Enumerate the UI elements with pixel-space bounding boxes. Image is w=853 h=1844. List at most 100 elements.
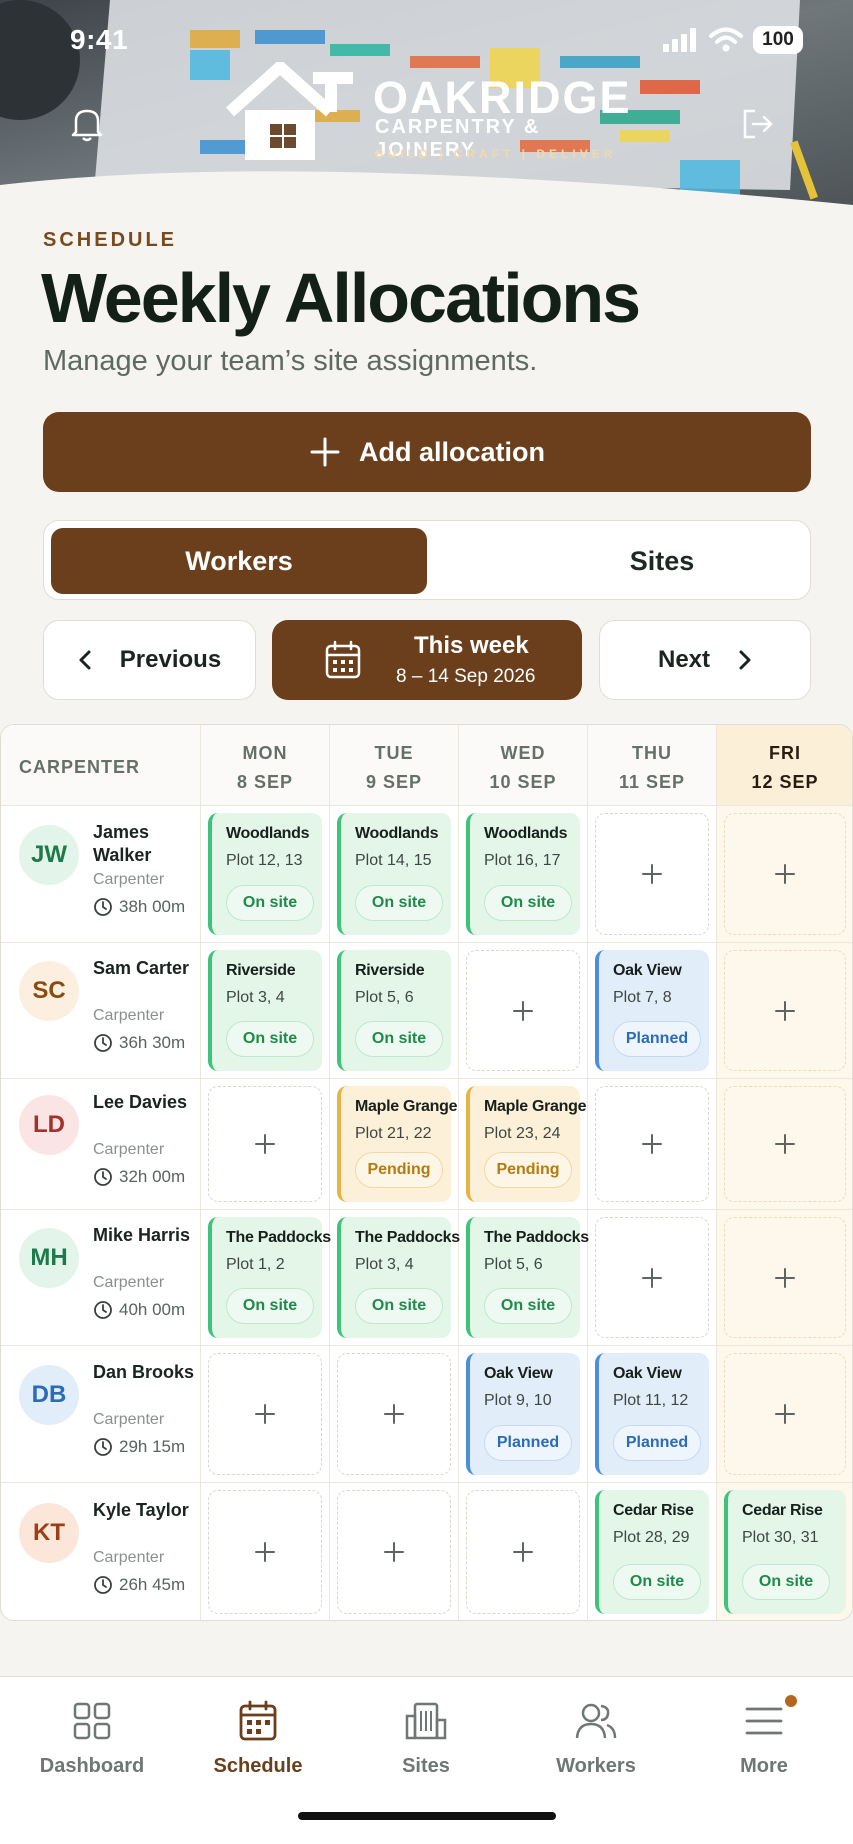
plus-icon (513, 1542, 533, 1562)
day-name: WED (500, 743, 546, 763)
current-week-button[interactable]: This week 8 – 14 Sep 2026 (272, 620, 582, 700)
worker-name: Lee Davies (93, 1091, 188, 1112)
status-badge: On site (355, 885, 443, 921)
notification-dot (783, 1693, 799, 1709)
plus-icon (775, 1404, 795, 1424)
week-range: 8 – 14 Sep 2026 (396, 666, 536, 687)
next-label: Next (657, 646, 711, 673)
allocation-card[interactable]: Cedar Rise Plot 28, 29 On site (595, 1490, 709, 1614)
add-slot-button[interactable] (337, 1490, 451, 1614)
header-banner: 9:41 100 OAKRIDGE CARPENTRY & JOINERY BU… (0, 0, 853, 205)
toggle-workers[interactable]: Workers (51, 528, 427, 594)
worker-name: Kyle Taylor (93, 1499, 189, 1520)
add-slot-button[interactable] (595, 813, 709, 935)
add-slot-button[interactable] (595, 1086, 709, 1202)
plus-icon (642, 1134, 662, 1154)
add-slot-button[interactable] (466, 950, 580, 1071)
plus-icon (255, 1404, 275, 1424)
hours-value: 36h 30m (119, 1033, 186, 1052)
day-header: TUE 9 SEP (330, 725, 459, 806)
tab-dashboard[interactable]: Dashboard (7, 1697, 177, 1778)
add-slot-button[interactable] (595, 1217, 709, 1338)
add-allocation-button[interactable]: Add allocation (43, 412, 811, 492)
plus-icon (775, 1000, 795, 1021)
add-slot-button[interactable] (337, 1353, 451, 1475)
worker-hours: 32h 00m (93, 1167, 185, 1187)
worker-info[interactable]: DB Dan Brooks Carpenter 29h 15m (1, 1346, 201, 1482)
tab-sites[interactable]: Sites (341, 1697, 511, 1778)
allocation-card[interactable]: Oak View Plot 11, 12 Planned (595, 1353, 709, 1475)
bell-icon[interactable] (70, 106, 104, 142)
allocation-card[interactable]: Maple Grange Plot 21, 22 Pending (337, 1086, 458, 1202)
status-badge: Planned (613, 1425, 701, 1461)
day-cell: Cedar Rise Plot 30, 31 On site (717, 1483, 852, 1620)
carpenter-column-header: CARPENTER (1, 725, 201, 806)
menu-icon (679, 1697, 849, 1745)
allocation-card[interactable]: Riverside Plot 3, 4 On site (208, 950, 322, 1071)
worker-info[interactable]: SC Sam Carter Carpenter 36h 30m (1, 943, 201, 1078)
day-name: THU (632, 743, 672, 763)
plot-numbers: Plot 12, 13 (226, 852, 303, 869)
tab-label: Sites (402, 1755, 450, 1777)
add-slot-button[interactable] (208, 1353, 322, 1475)
status-badge: On site (355, 1021, 443, 1057)
add-slot-button[interactable] (724, 813, 846, 935)
day-header: MON 8 SEP (201, 725, 330, 806)
next-week-button[interactable]: Next (599, 620, 811, 700)
house-logo-icon (225, 61, 353, 160)
day-date: 9 SEP (365, 772, 423, 792)
day-cell (717, 1079, 852, 1209)
plus-icon (775, 864, 795, 884)
site-name: The Paddocks (355, 1229, 460, 1246)
day-header: THU 11 SEP (588, 725, 717, 806)
add-slot-button[interactable] (724, 950, 846, 1071)
chevron-right-icon (739, 650, 751, 670)
site-name: Woodlands (226, 825, 310, 842)
status-badge: Planned (484, 1425, 572, 1461)
toggle-sites[interactable]: Sites (474, 528, 850, 594)
plus-icon (775, 1267, 795, 1288)
tab-more[interactable]: More (679, 1693, 849, 1778)
plus-icon (775, 1134, 795, 1154)
plot-numbers: Plot 3, 4 (226, 989, 285, 1006)
worker-role: Carpenter (93, 1007, 165, 1024)
add-slot-button[interactable] (208, 1490, 322, 1614)
dashboard-icon (7, 1697, 177, 1745)
plus-icon (642, 1267, 662, 1288)
day-cell (717, 806, 852, 942)
add-slot-button[interactable] (724, 1353, 846, 1475)
allocation-card[interactable]: The Paddocks Plot 5, 6 On site (466, 1217, 589, 1338)
previous-week-button[interactable]: Previous (43, 620, 256, 700)
day-name: FRI (769, 743, 801, 763)
worker-info[interactable]: JW James Walker Carpenter 38h 00m (1, 806, 201, 942)
worker-info[interactable]: LD Lee Davies Carpenter 32h 00m (1, 1079, 201, 1209)
plot-numbers: Plot 14, 15 (355, 852, 432, 869)
allocation-card[interactable]: Riverside Plot 5, 6 On site (337, 950, 451, 1071)
add-slot-button[interactable] (208, 1086, 322, 1202)
day-date: 12 SEP (751, 772, 819, 792)
site-name: Oak View (613, 962, 682, 979)
allocation-card[interactable]: Maple Grange Plot 23, 24 Pending (466, 1086, 587, 1202)
allocation-card[interactable]: The Paddocks Plot 1, 2 On site (208, 1217, 331, 1338)
worker-info[interactable]: MH Mike Harris Carpenter 40h 00m (1, 1210, 201, 1345)
clock-icon (94, 1167, 112, 1186)
add-slot-button[interactable] (724, 1086, 846, 1202)
allocation-card[interactable]: Oak View Plot 7, 8 Planned (595, 950, 709, 1071)
tab-workers[interactable]: Workers (511, 1697, 681, 1778)
allocation-card[interactable]: Woodlands Plot 14, 15 On site (337, 813, 451, 935)
allocation-card[interactable]: Woodlands Plot 12, 13 On site (208, 813, 322, 935)
add-slot-button[interactable] (724, 1217, 846, 1338)
logout-icon[interactable] (741, 108, 775, 140)
worker-info[interactable]: KT Kyle Taylor Carpenter 26h 45m (1, 1483, 201, 1620)
status-time: 9:41 (70, 24, 129, 55)
home-indicator (298, 1812, 556, 1820)
allocation-card[interactable]: Oak View Plot 9, 10 Planned (466, 1353, 580, 1475)
add-slot-button[interactable] (466, 1490, 580, 1614)
tab-schedule[interactable]: Schedule (173, 1697, 343, 1778)
hours-value: 40h 00m (119, 1300, 186, 1319)
worker-hours: 40h 00m (93, 1300, 185, 1320)
allocation-card[interactable]: Cedar Rise Plot 30, 31 On site (724, 1490, 846, 1614)
allocation-card[interactable]: The Paddocks Plot 3, 4 On site (337, 1217, 460, 1338)
day-name: MON (242, 743, 288, 763)
allocation-card[interactable]: Woodlands Plot 16, 17 On site (466, 813, 580, 935)
